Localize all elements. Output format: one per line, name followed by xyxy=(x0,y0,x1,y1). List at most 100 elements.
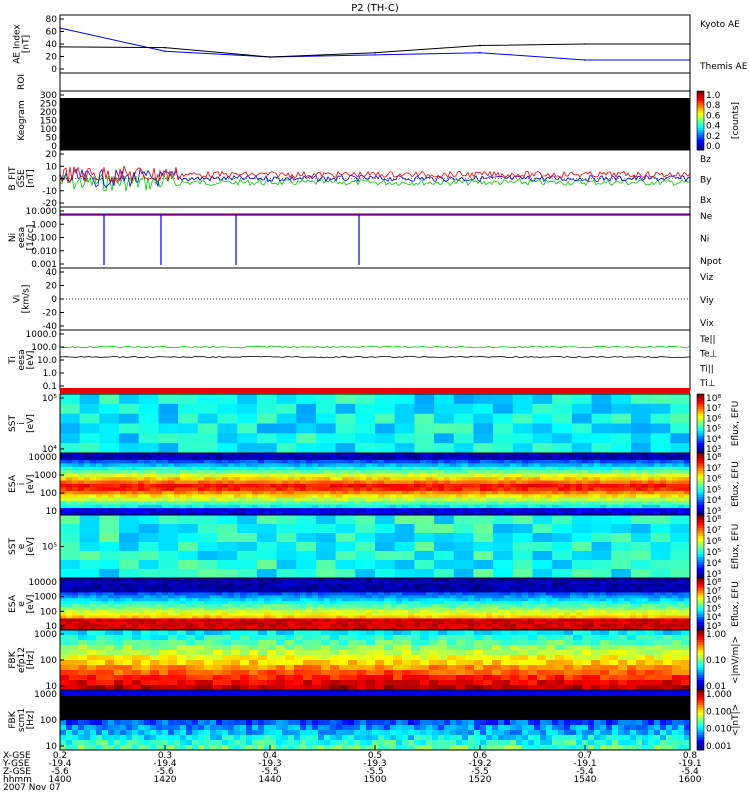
spectrogram-cell xyxy=(348,606,355,611)
spectrogram-cell xyxy=(150,606,157,611)
spectrogram-cell xyxy=(78,606,85,611)
spectrogram-cell xyxy=(642,494,649,499)
spectrogram-cell xyxy=(444,494,451,499)
spectrogram-cell xyxy=(315,394,337,405)
spectrogram-cell xyxy=(249,630,259,636)
spectrogram-cell xyxy=(192,459,199,464)
spectrogram-cell xyxy=(611,394,632,405)
spectrogram-cell xyxy=(114,456,121,461)
spectrogram-cell xyxy=(96,680,106,686)
colorbar-tick-label: 10⁴ xyxy=(706,496,721,506)
spectrogram-cell xyxy=(611,524,632,534)
spectrogram-cell xyxy=(612,589,619,593)
spectrogram-cell xyxy=(246,484,253,488)
spectrogram-cell xyxy=(480,621,487,625)
spectrogram-cell xyxy=(342,618,349,622)
spectrogram-cell xyxy=(630,598,637,602)
spectrogram-cell xyxy=(456,490,463,495)
spectrogram-cell xyxy=(114,466,121,471)
panel-vi: Vi [km/s]40200-20-40VizViyVix xyxy=(13,267,714,332)
spectrogram-cell xyxy=(468,470,475,475)
spectrogram-cell xyxy=(264,606,271,611)
spectrogram-cell xyxy=(342,624,349,628)
spectrogram-cell xyxy=(618,601,625,605)
spectrogram-cell xyxy=(672,473,679,478)
spectrogram-cell xyxy=(156,480,163,485)
spectrogram-cell xyxy=(339,650,349,656)
colorbar-tick-label: 10⁸ xyxy=(706,394,721,404)
spectrogram-cell xyxy=(414,423,435,434)
spectrogram-cell xyxy=(378,501,385,506)
spectrogram-cell xyxy=(132,640,142,646)
spectrogram-cell xyxy=(150,655,160,661)
spectrogram-cell xyxy=(414,515,435,525)
spectrogram-cell xyxy=(414,604,421,608)
spectrogram-cell xyxy=(408,494,415,499)
spectrogram-cell xyxy=(532,423,553,434)
spectrogram-cell xyxy=(321,645,331,651)
spectrogram-cell xyxy=(144,589,151,593)
spectrogram-cell xyxy=(546,583,553,588)
spectrogram-cell xyxy=(360,463,367,468)
spectrogram-cell xyxy=(378,604,385,608)
spectrogram-cell xyxy=(96,655,106,661)
spectrogram-cell xyxy=(204,487,211,492)
spectrogram-cell xyxy=(84,477,91,482)
spectrogram-cell xyxy=(468,592,475,596)
spectrogram-cell xyxy=(138,624,145,628)
spectrogram-cell xyxy=(522,598,529,602)
spectrogram-cell xyxy=(493,542,514,552)
spectrogram-cell xyxy=(473,542,494,552)
spectrogram-cell xyxy=(69,635,79,641)
spectrogram-cell xyxy=(588,595,595,599)
panel-content xyxy=(59,27,691,61)
spectrogram-cell xyxy=(558,580,565,585)
spectrogram-cell xyxy=(588,470,595,475)
spectrogram-cell xyxy=(576,624,583,628)
spectrogram-cell xyxy=(522,609,529,614)
spectrogram-cell xyxy=(120,621,127,625)
spectrogram-cell xyxy=(276,660,286,666)
spectrogram-cell xyxy=(378,453,385,457)
spectrogram-cell xyxy=(264,490,271,495)
spectrogram-cell xyxy=(156,580,163,585)
spectrogram-cell xyxy=(420,463,427,468)
spectrogram-cell xyxy=(258,665,268,671)
spectrogram-cell xyxy=(156,598,163,602)
spectrogram-cell xyxy=(396,615,403,619)
spectrogram-cell xyxy=(276,586,283,591)
spectrogram-cell xyxy=(126,466,133,471)
spectrogram-cell xyxy=(288,595,295,599)
spectrogram-cell xyxy=(354,497,361,502)
spectrogram-cell xyxy=(342,501,349,506)
spectrogram-cell xyxy=(296,515,317,525)
spectrogram-cell xyxy=(335,524,356,534)
spectrogram-cell xyxy=(228,473,235,478)
spectrogram-cell xyxy=(348,504,355,509)
spectrogram-cell xyxy=(396,592,403,596)
spectrogram-cell xyxy=(120,490,127,495)
spectrogram-cell xyxy=(420,624,427,628)
spectrogram-cell xyxy=(582,598,589,602)
spectrogram-cell xyxy=(570,497,577,502)
spectrogram-cell xyxy=(300,583,307,588)
spectrogram-cell xyxy=(348,477,355,482)
spectrogram-cell xyxy=(168,618,175,622)
spectrogram-cell xyxy=(234,580,241,585)
spectrogram-cell xyxy=(204,675,214,681)
spectrogram-cell xyxy=(456,508,463,513)
spectrogram-cell xyxy=(192,453,199,457)
spectrogram-cell xyxy=(192,508,199,513)
spectrogram-cell xyxy=(306,598,313,602)
spectrogram-cell xyxy=(372,578,379,582)
spectrogram-cell xyxy=(192,583,199,588)
spectrogram-cell xyxy=(180,484,187,488)
spectrogram-cell xyxy=(228,586,235,591)
spectrogram-cell xyxy=(342,580,349,585)
spectrogram-cell xyxy=(240,473,247,478)
spectrogram-cell xyxy=(192,580,199,585)
spectrogram-cell xyxy=(504,501,511,506)
spectrogram-cell xyxy=(240,670,250,676)
spectrogram-cell xyxy=(456,480,463,485)
spectrogram-cell xyxy=(114,598,121,602)
